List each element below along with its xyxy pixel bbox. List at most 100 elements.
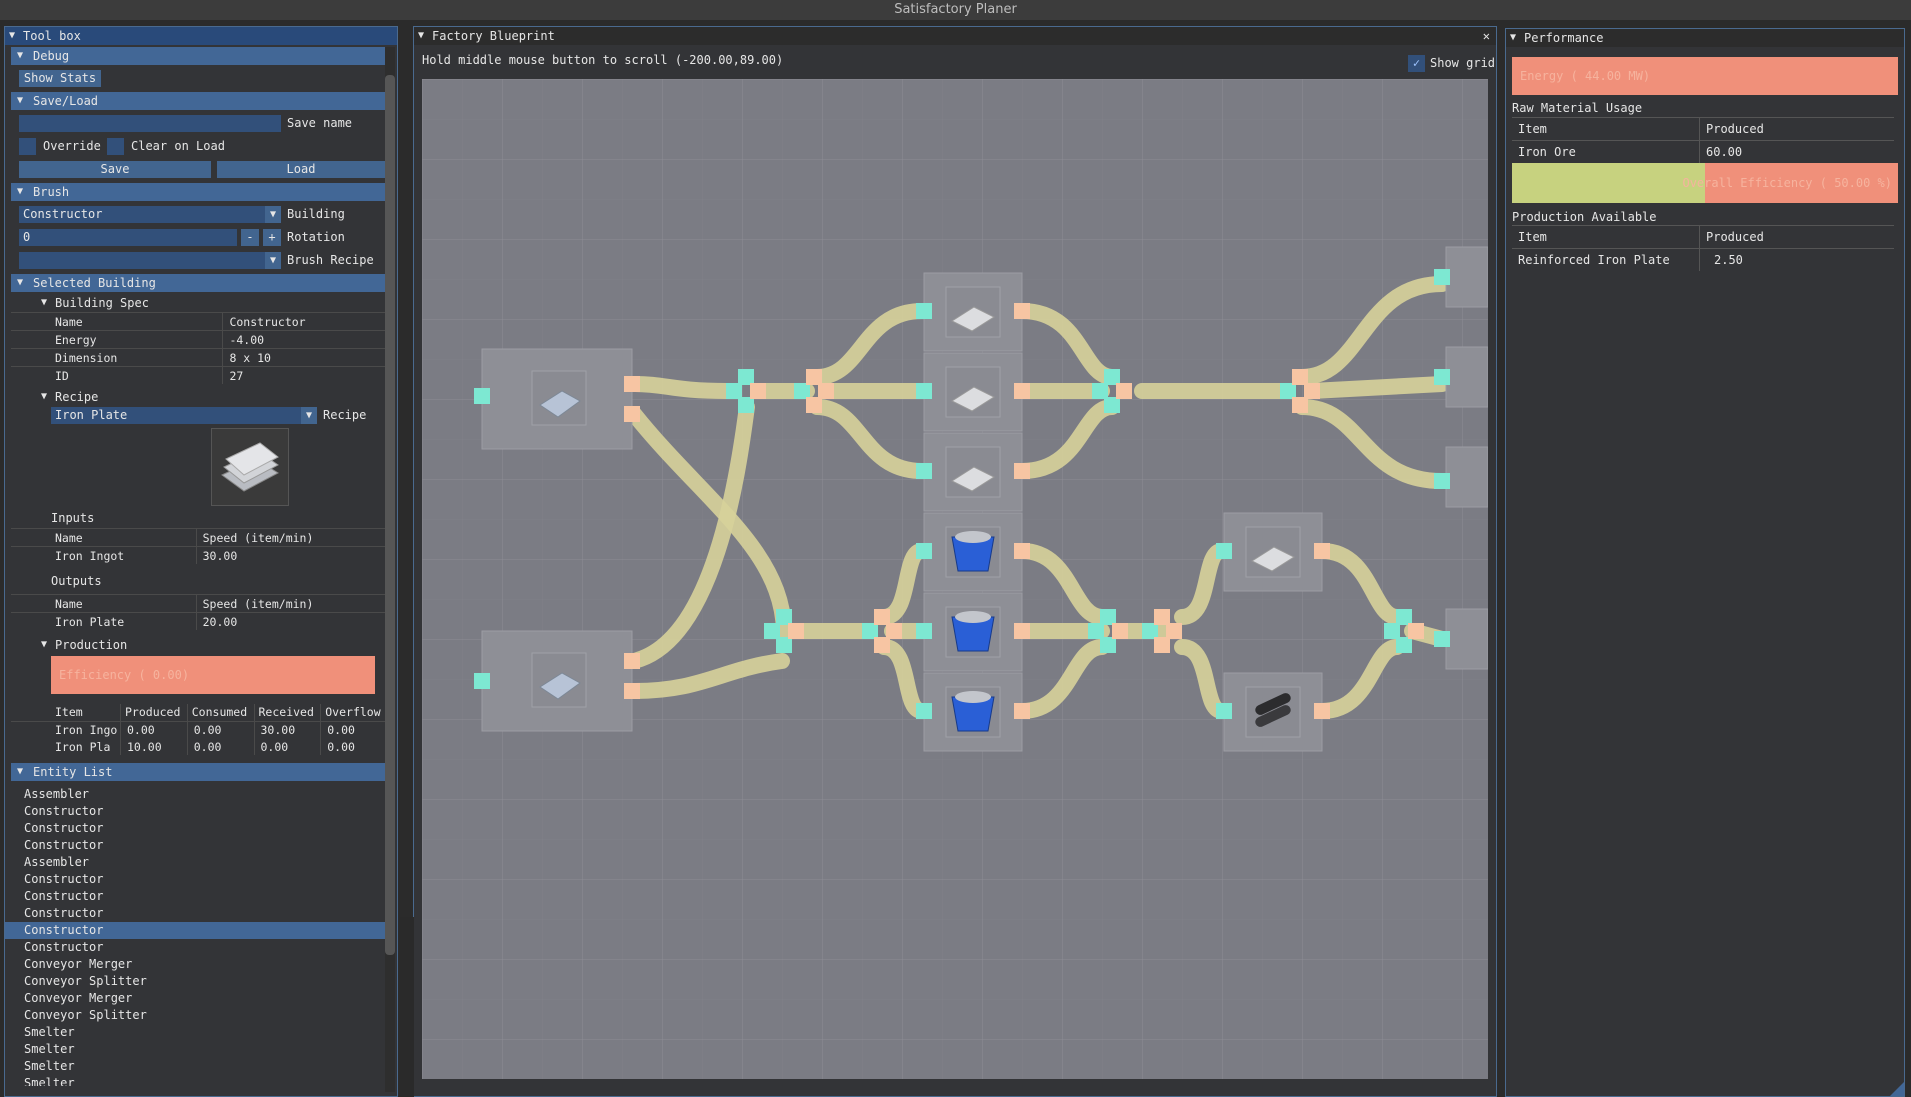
brush-section-header[interactable]: ▼ Brush bbox=[11, 183, 385, 201]
input-port[interactable] bbox=[1434, 269, 1450, 285]
entity-list-item[interactable]: Smelter bbox=[5, 1024, 397, 1041]
collapse-triangle-icon[interactable]: ▼ bbox=[17, 763, 23, 781]
collapse-triangle-icon[interactable]: ▼ bbox=[17, 92, 23, 110]
collapse-triangle-icon[interactable]: ▼ bbox=[17, 274, 23, 292]
input-port[interactable] bbox=[1434, 631, 1450, 647]
collapse-triangle-icon[interactable]: ▼ bbox=[17, 183, 23, 201]
constructor-node[interactable] bbox=[916, 512, 1030, 592]
dropdown-arrow-icon[interactable]: ▼ bbox=[301, 407, 317, 424]
rotation-decrement-button[interactable]: - bbox=[241, 229, 259, 246]
recipe-tree-node[interactable]: ▼ Recipe bbox=[5, 388, 397, 406]
output-port[interactable] bbox=[1014, 303, 1030, 319]
output-port[interactable] bbox=[1014, 383, 1030, 399]
building-select[interactable]: Constructor ▼ bbox=[19, 206, 281, 223]
collapse-triangle-icon[interactable]: ▼ bbox=[41, 294, 47, 312]
brush-recipe-select[interactable]: ▼ bbox=[19, 252, 281, 269]
input-port[interactable] bbox=[1434, 369, 1450, 385]
input-port[interactable] bbox=[1434, 473, 1450, 489]
collapse-triangle-icon[interactable]: ▼ bbox=[41, 388, 47, 406]
output-port[interactable] bbox=[624, 406, 640, 422]
input-port[interactable] bbox=[474, 388, 490, 404]
input-port[interactable] bbox=[916, 383, 932, 399]
output-port[interactable] bbox=[1014, 623, 1030, 639]
debug-section-header[interactable]: ▼ Debug bbox=[11, 47, 385, 65]
toolbox-scrollbar-thumb[interactable] bbox=[385, 75, 395, 955]
input-port[interactable] bbox=[1216, 543, 1232, 559]
rotation-input[interactable]: 0 bbox=[19, 229, 237, 246]
constructor-node[interactable] bbox=[916, 352, 1030, 432]
save-name-input[interactable] bbox=[19, 115, 281, 132]
collapse-triangle-icon[interactable]: ▼ bbox=[17, 47, 23, 65]
smelter-node[interactable] bbox=[474, 348, 640, 450]
entity-list-item[interactable]: Constructor bbox=[5, 922, 385, 939]
entity-list-item[interactable]: Conveyor Merger bbox=[5, 990, 397, 1007]
entity-list-item[interactable]: Constructor bbox=[5, 939, 397, 956]
entity-list-item[interactable]: Conveyor Splitter bbox=[5, 973, 397, 990]
collapse-triangle-icon[interactable]: ▼ bbox=[9, 27, 15, 45]
input-port[interactable] bbox=[474, 673, 490, 689]
collapse-triangle-icon[interactable]: ▼ bbox=[41, 636, 47, 654]
blueprint-header[interactable]: ▼ Factory Blueprint ✕ bbox=[414, 27, 1496, 45]
rotation-increment-button[interactable]: + bbox=[263, 229, 281, 246]
output-port[interactable] bbox=[624, 376, 640, 392]
save-button[interactable]: Save bbox=[19, 161, 211, 178]
constructor-node[interactable] bbox=[1216, 512, 1330, 592]
conveyor-belt[interactable] bbox=[1304, 376, 1450, 399]
dropdown-arrow-icon[interactable]: ▼ bbox=[265, 252, 281, 269]
entity-list-item[interactable]: Smelter bbox=[5, 1041, 397, 1058]
show-grid-checkbox[interactable]: ✓ bbox=[1408, 55, 1425, 72]
entity-list-item[interactable]: Conveyor Splitter bbox=[5, 1007, 397, 1024]
input-port[interactable] bbox=[916, 463, 932, 479]
show-stats-button[interactable]: Show Stats bbox=[19, 70, 101, 87]
output-port[interactable] bbox=[1014, 463, 1030, 479]
entity-list-item[interactable]: Smelter bbox=[5, 1058, 397, 1075]
constructor-node[interactable] bbox=[916, 672, 1030, 752]
building-spec-tree-node[interactable]: ▼ Building Spec bbox=[5, 294, 397, 312]
entity-list-item[interactable]: Assembler bbox=[5, 854, 397, 871]
toolbox-header[interactable]: ▼ Tool box bbox=[5, 27, 397, 45]
entity-list-item[interactable]: Constructor bbox=[5, 837, 397, 854]
entity-list-item[interactable]: Conveyor Merger bbox=[5, 956, 397, 973]
toolbox-scrollbar[interactable] bbox=[385, 47, 395, 1092]
resize-grip-icon[interactable] bbox=[1890, 1082, 1904, 1096]
entity-list-item[interactable]: Constructor bbox=[5, 888, 397, 905]
constructor-node[interactable] bbox=[1216, 672, 1330, 752]
recipe-select[interactable]: Iron Plate ▼ bbox=[51, 407, 317, 424]
entity-list-item[interactable]: Constructor bbox=[5, 871, 397, 888]
input-port[interactable] bbox=[1216, 703, 1232, 719]
output-port[interactable] bbox=[1014, 703, 1030, 719]
constructor-node[interactable] bbox=[916, 432, 1030, 512]
close-icon[interactable]: ✕ bbox=[1483, 27, 1490, 45]
output-port[interactable] bbox=[1014, 543, 1030, 559]
entity-list-section-header[interactable]: ▼ Entity List bbox=[11, 763, 385, 781]
conveyor-belt[interactable] bbox=[626, 376, 735, 399]
load-button[interactable]: Load bbox=[217, 161, 385, 178]
entity-list-item[interactable]: Smelter bbox=[5, 1075, 397, 1086]
clear-on-load-checkbox[interactable] bbox=[107, 138, 124, 155]
smelter-node[interactable] bbox=[474, 630, 640, 732]
blueprint-canvas[interactable] bbox=[422, 79, 1488, 1079]
constructor-node[interactable] bbox=[916, 592, 1030, 672]
output-port[interactable] bbox=[1314, 703, 1330, 719]
collapse-triangle-icon[interactable]: ▼ bbox=[1510, 29, 1516, 47]
input-port[interactable] bbox=[916, 623, 932, 639]
input-port[interactable] bbox=[916, 303, 932, 319]
entity-list-item[interactable]: Constructor bbox=[5, 803, 397, 820]
input-port[interactable] bbox=[916, 543, 932, 559]
canvas-scrollbar[interactable] bbox=[400, 917, 414, 1097]
entity-list-item[interactable]: Assembler bbox=[5, 786, 397, 803]
production-tree-node[interactable]: ▼ Production bbox=[5, 636, 397, 654]
output-port[interactable] bbox=[624, 653, 640, 669]
performance-header[interactable]: ▼ Performance bbox=[1506, 29, 1904, 47]
input-port[interactable] bbox=[916, 703, 932, 719]
output-port[interactable] bbox=[624, 683, 640, 699]
output-port[interactable] bbox=[1314, 543, 1330, 559]
dropdown-arrow-icon[interactable]: ▼ bbox=[265, 206, 281, 223]
saveload-section-header[interactable]: ▼ Save/Load bbox=[11, 92, 385, 110]
collapse-triangle-icon[interactable]: ▼ bbox=[418, 27, 424, 45]
entity-list-item[interactable]: Constructor bbox=[5, 820, 397, 837]
selected-building-section-header[interactable]: ▼ Selected Building bbox=[11, 274, 385, 292]
entity-list-item[interactable]: Constructor bbox=[5, 905, 397, 922]
constructor-node[interactable] bbox=[916, 272, 1030, 352]
override-checkbox[interactable] bbox=[19, 138, 36, 155]
